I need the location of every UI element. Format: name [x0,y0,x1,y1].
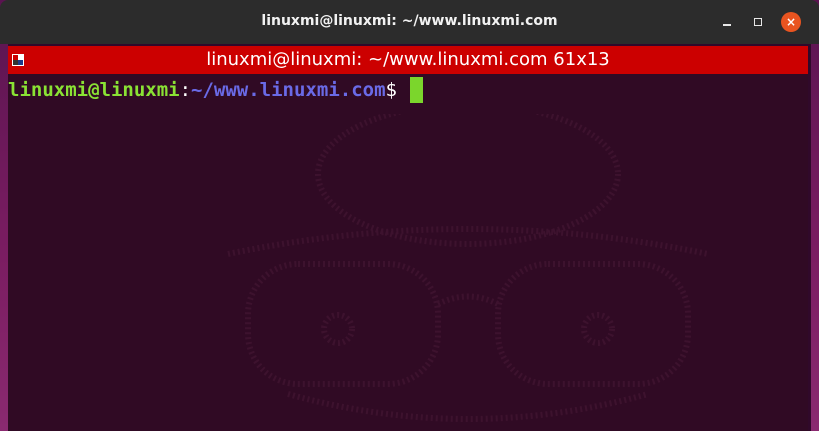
desktop-background-left [0,0,8,431]
prompt-symbol: $ [385,79,397,101]
close-button[interactable]: × [781,12,801,32]
terminal-tab-bar[interactable]: linuxmi@linuxmi: ~/www.linuxmi.com 61x13 [8,46,808,74]
window-title: linuxmi@linuxmi: ~/www.linuxmi.com [261,13,558,29]
close-icon: × [785,15,797,29]
terminal-window: linuxmi@linuxmi: ~/www.linuxmi.com × lin… [0,0,819,431]
text-cursor [409,77,423,103]
watermark-glasses-icon [227,114,709,422]
minimize-button[interactable] [717,12,737,32]
shell-prompt: linuxmi@linuxmi:~/www.linuxmi.com$ [8,77,423,104]
terminal-content[interactable]: linuxmi@linuxmi:~/www.linuxmi.com$ [8,74,808,431]
maximize-icon [754,18,762,26]
tab-title: linuxmi@linuxmi: ~/www.linuxmi.com 61x13 [206,49,610,70]
prompt-colon: : [179,79,192,101]
prompt-path: ~/www.linuxmi.com [191,79,386,101]
desktop-background-right [811,0,819,431]
prompt-user-host: linuxmi@linuxmi [8,79,180,101]
maximize-button[interactable] [748,12,768,32]
minimize-icon [723,24,731,26]
title-bar[interactable]: linuxmi@linuxmi: ~/www.linuxmi.com × [0,0,819,44]
